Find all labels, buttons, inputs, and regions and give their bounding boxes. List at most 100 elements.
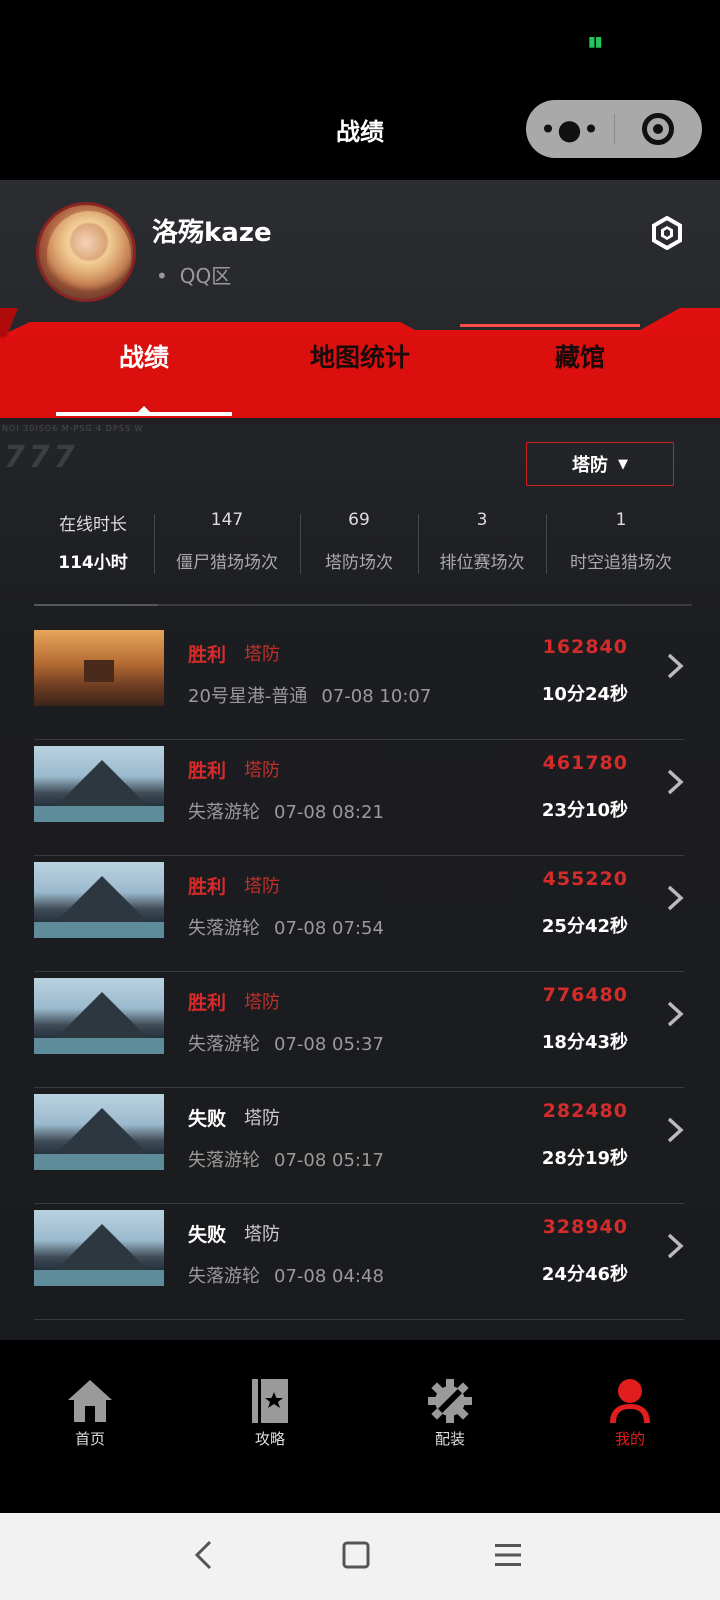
match-duration: 24分46秒 <box>541 1264 628 1285</box>
match-duration: 18分43秒 <box>541 1032 628 1053</box>
match-duration: 10分24秒 <box>541 684 628 705</box>
match-map-info: 失落游轮 07-08 04:48 <box>188 1262 384 1288</box>
mode-dropdown-label: 塔防 <box>572 455 608 476</box>
nav-guide[interactable]: 攻略 <box>210 1378 330 1449</box>
hexagon-settings-icon[interactable] <box>650 216 684 250</box>
gear-wrench-icon <box>428 1379 472 1423</box>
stat-label: 时空追猎场次 <box>570 553 672 573</box>
match-map-info: 失落游轮 07-08 07:54 <box>188 914 384 940</box>
stat-value: 69 <box>348 510 370 530</box>
map-name: 20号星港-普通 <box>188 686 308 707</box>
match-duration: 25分42秒 <box>541 916 628 937</box>
bottom-tab-bar: 首页 攻略 配装 我的 <box>0 1340 720 1513</box>
system-nav-bar <box>0 1513 720 1600</box>
target-icon <box>642 113 674 145</box>
match-row[interactable]: 胜利 塔防 失落游轮 07-08 08:21 461780 23分10秒 <box>34 740 684 856</box>
server-label: QQ区 <box>156 260 231 289</box>
chevron-right-icon <box>667 1001 684 1027</box>
stat-divider <box>418 514 419 574</box>
title-bar: 战绩 •●• <box>0 80 720 180</box>
match-mode: 塔防 <box>244 876 280 897</box>
menu-button[interactable] <box>478 1533 538 1577</box>
mode-dropdown[interactable]: 塔防 ▼ <box>526 442 674 486</box>
map-thumbnail <box>34 862 164 938</box>
more-button[interactable]: •●• <box>526 100 614 158</box>
battery-icon: ▮▮ <box>588 34 602 50</box>
stats-summary: 在线时长 114小时 147 僵尸猎场场次 69 塔防场次 3 排位赛场次 1 … <box>34 510 694 580</box>
match-map-info: 失落游轮 07-08 05:17 <box>188 1146 384 1172</box>
nav-label: 攻略 <box>254 1430 285 1448</box>
nav-mine[interactable]: 我的 <box>570 1378 690 1449</box>
match-map-info: 20号星港-普通 07-08 10:07 <box>188 682 431 708</box>
tab-map-stats[interactable]: 地图统计 <box>280 338 440 374</box>
match-score: 461780 <box>542 752 628 774</box>
close-button[interactable] <box>614 100 702 158</box>
map-thumbnail <box>34 978 164 1054</box>
chevron-right-icon <box>667 769 684 795</box>
back-button[interactable] <box>174 1533 234 1577</box>
match-time: 07-08 05:37 <box>274 1034 384 1055</box>
avatar[interactable] <box>36 202 136 302</box>
match-mode: 塔防 <box>244 760 280 781</box>
map-thumbnail <box>34 1094 164 1170</box>
match-mode: 塔防 <box>244 992 280 1013</box>
active-tab-caret <box>138 406 150 412</box>
square-icon <box>342 1541 370 1569</box>
stat-label: 在线时长 <box>59 515 127 535</box>
match-score: 162840 <box>542 636 628 658</box>
tab-records[interactable]: 战绩 <box>56 338 232 374</box>
tab-collection[interactable]: 藏馆 <box>500 338 660 374</box>
map-thumbnail <box>34 1210 164 1286</box>
map-name: 失落游轮 <box>188 802 260 823</box>
match-score: 455220 <box>542 868 628 890</box>
active-tab-indicator <box>56 412 232 416</box>
map-thumbnail <box>34 630 164 706</box>
map-name: 失落游轮 <box>188 1266 260 1287</box>
match-row[interactable]: 失败 塔防 失落游轮 07-08 04:48 328940 24分46秒 <box>34 1204 684 1320</box>
match-result: 胜利 <box>188 992 227 1014</box>
match-time: 07-08 05:17 <box>274 1150 384 1171</box>
stats-divider-line <box>34 604 692 606</box>
chevron-right-icon <box>667 653 684 679</box>
stat-value: 1 <box>615 510 627 530</box>
nav-loadout[interactable]: 配装 <box>390 1378 510 1449</box>
map-name: 失落游轮 <box>188 1150 260 1171</box>
map-name: 失落游轮 <box>188 1034 260 1055</box>
mini-program-capsule: •●• <box>526 100 702 158</box>
match-row[interactable]: 胜利 塔防 失落游轮 07-08 07:54 455220 25分42秒 <box>34 856 684 972</box>
user-icon <box>610 1379 650 1423</box>
match-row[interactable]: 胜利 塔防 失落游轮 07-08 05:37 776480 18分43秒 <box>34 972 684 1088</box>
decorative-text: NOI 30ISO6 M-PSG 4 DPSS W <box>2 424 144 433</box>
match-mode: 塔防 <box>244 644 280 665</box>
stat-divider <box>300 514 301 574</box>
match-duration: 23分10秒 <box>541 800 628 821</box>
match-time: 07-08 07:54 <box>274 918 384 939</box>
tab-bar: 战绩 地图统计 藏馆 <box>0 338 720 398</box>
nav-home[interactable]: 首页 <box>30 1378 150 1449</box>
stat-value: 147 <box>210 510 244 530</box>
nav-label: 配装 <box>434 1430 465 1448</box>
match-result: 失败 <box>188 1108 227 1130</box>
match-score: 776480 <box>542 984 628 1006</box>
chevron-right-icon <box>667 885 684 911</box>
match-duration: 28分19秒 <box>541 1148 628 1169</box>
match-row[interactable]: 胜利 塔防 20号星港-普通 07-08 10:07 162840 10分24秒 <box>34 624 684 740</box>
chevron-right-icon <box>667 1117 684 1143</box>
match-time: 07-08 08:21 <box>274 802 384 823</box>
match-result: 失败 <box>188 1224 227 1246</box>
menu-lines-icon <box>495 1544 521 1566</box>
match-score: 328940 <box>542 1216 628 1238</box>
match-map-info: 失落游轮 07-08 05:37 <box>188 1030 384 1056</box>
stat-value: 3 <box>476 510 488 530</box>
home-icon <box>68 1380 112 1422</box>
nav-label: 首页 <box>74 1430 105 1448</box>
match-row[interactable]: 失败 塔防 失落游轮 07-08 05:17 282480 28分19秒 <box>34 1088 684 1204</box>
match-time: 07-08 04:48 <box>274 1266 384 1287</box>
nav-label: 我的 <box>614 1430 645 1448</box>
home-button[interactable] <box>326 1533 386 1577</box>
stat-label: 塔防场次 <box>325 553 393 573</box>
match-mode: 塔防 <box>244 1224 280 1245</box>
match-result: 胜利 <box>188 876 227 898</box>
stat-divider <box>546 514 547 574</box>
guide-book-icon <box>252 1379 288 1423</box>
